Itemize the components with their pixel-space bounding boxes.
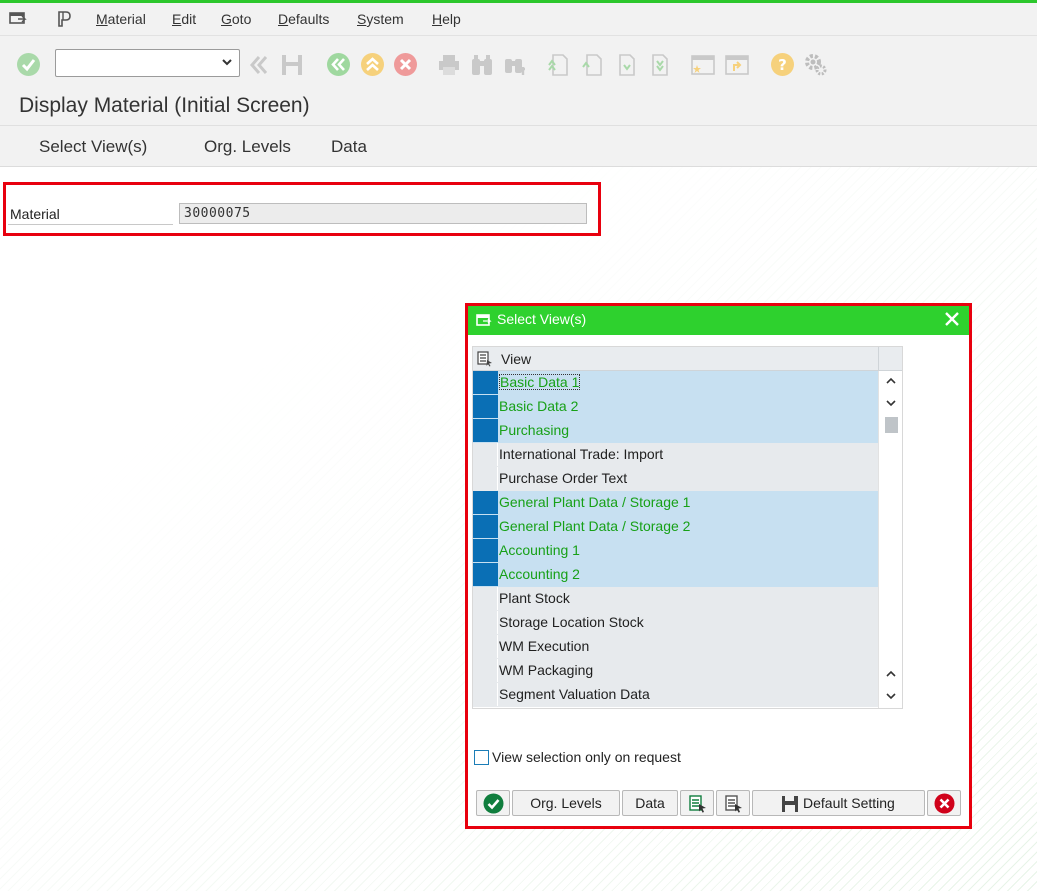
menu-system[interactable]: System <box>357 11 404 27</box>
sap-logo-icon[interactable] <box>56 10 74 28</box>
data-button[interactable]: Data <box>331 137 367 157</box>
print-icon <box>437 53 461 77</box>
first-page-icon <box>547 53 571 77</box>
settings-gear-icon[interactable] <box>803 52 827 76</box>
find-next-icon <box>503 53 527 77</box>
create-session-icon <box>690 53 715 77</box>
next-page-icon <box>614 53 638 77</box>
svg-text:?: ? <box>778 56 787 74</box>
standard-toolbar: ? <box>0 36 1037 88</box>
save-icon <box>280 53 304 77</box>
menu-help[interactable]: Help <box>432 11 461 27</box>
select-views-button[interactable]: Select View(s) <box>39 137 147 157</box>
back-double-arrow-icon <box>248 54 272 78</box>
sap-menu-icon[interactable] <box>9 10 27 28</box>
previous-page-icon <box>581 53 605 77</box>
org-levels-button[interactable]: Org. Levels <box>204 137 291 157</box>
menu-goto[interactable]: Goto <box>221 11 251 27</box>
menu-defaults[interactable]: Defaults <box>278 11 329 27</box>
menu-material[interactable]: Material <box>96 11 146 27</box>
last-page-icon <box>647 53 671 77</box>
back-icon[interactable] <box>326 52 350 76</box>
application-toolbar: Select View(s) Org. Levels Data <box>0 126 1037 167</box>
dialog-highlight-box <box>465 303 972 829</box>
enter-check-icon[interactable] <box>16 52 40 76</box>
chevron-down-icon[interactable] <box>221 55 233 67</box>
command-field[interactable] <box>55 49 240 77</box>
material-label-underline <box>8 224 173 225</box>
menu-bar: Material Edit Goto Defaults System Help <box>0 3 1037 36</box>
shortcut-icon <box>724 53 749 77</box>
exit-icon[interactable] <box>360 52 384 76</box>
title-bar: Display Material (Initial Screen) <box>0 88 1037 126</box>
find-icon <box>470 53 494 77</box>
material-input[interactable]: 30000075 <box>179 203 587 224</box>
page-title: Display Material (Initial Screen) <box>19 94 310 117</box>
menu-edit[interactable]: Edit <box>172 11 196 27</box>
cancel-icon[interactable] <box>393 52 417 76</box>
help-icon[interactable]: ? <box>770 52 794 76</box>
material-label: Material <box>10 206 60 222</box>
